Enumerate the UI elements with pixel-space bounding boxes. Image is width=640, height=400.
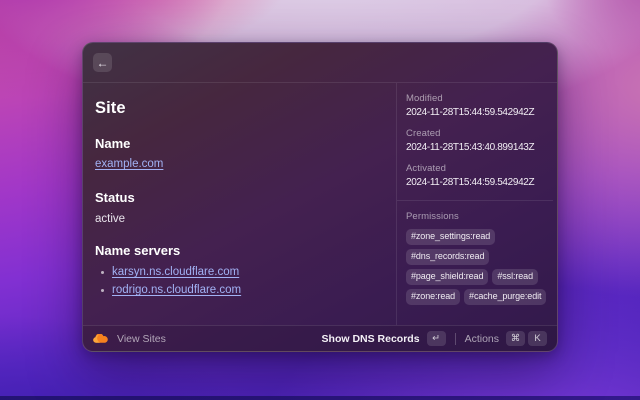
metadata-label: Modified — [406, 93, 553, 104]
window-body: Site Name example.com Status active Name… — [83, 83, 557, 325]
tag-row: #zone_settings:read — [406, 229, 553, 245]
list-item: rodrigo.ns.cloudflare.com — [101, 284, 382, 296]
footer-right: Show DNS Records ↵ Actions ⌘ K — [322, 331, 547, 346]
name-heading: Name — [95, 136, 382, 151]
nameserver-link[interactable]: karsyn.ns.cloudflare.com — [112, 266, 239, 278]
window-footer: View Sites Show DNS Records ↵ Actions ⌘ … — [83, 325, 557, 351]
footer-divider — [455, 333, 456, 345]
nameserver-link[interactable]: rodrigo.ns.cloudflare.com — [112, 284, 241, 296]
list-item: karsyn.ns.cloudflare.com — [101, 266, 382, 278]
site-name-link[interactable]: example.com — [95, 158, 163, 170]
k-key-icon: K — [528, 331, 547, 346]
permission-tag: #zone:read — [406, 289, 460, 305]
tag-row: #dns_records:read — [406, 249, 553, 265]
actions-button[interactable]: Actions — [465, 333, 499, 345]
enter-key-icon[interactable]: ↵ — [427, 331, 446, 346]
detail-main: Site Name example.com Status active Name… — [83, 83, 396, 325]
metadata-value: 2024-11-28T15:43:40.899143Z — [406, 142, 553, 153]
metadata-value: 2024-11-28T15:44:59.542942Z — [406, 177, 553, 188]
back-arrow-icon: ← — [97, 57, 109, 69]
bullet-icon — [101, 271, 104, 274]
cloudflare-logo-icon — [93, 334, 109, 343]
tag-row: #page_shield:read #ssl:read — [406, 269, 553, 285]
primary-action-button[interactable]: Show DNS Records — [322, 333, 420, 345]
bullet-icon — [101, 289, 104, 292]
permission-tag: #page_shield:read — [406, 269, 488, 285]
nameservers-heading: Name servers — [95, 243, 382, 258]
page-title: Site — [95, 99, 382, 118]
footer-left: View Sites — [93, 333, 166, 345]
permission-tag: #zone_settings:read — [406, 229, 495, 245]
metadata-field-modified: Modified 2024-11-28T15:44:59.542942Z — [406, 93, 553, 118]
command-title: View Sites — [117, 333, 166, 345]
raycast-window: ← Site Name example.com Status active Na… — [82, 42, 558, 352]
metadata-value: 2024-11-28T15:44:59.542942Z — [406, 107, 553, 118]
status-value: active — [95, 213, 382, 225]
command-key-icon: ⌘ — [506, 331, 525, 346]
metadata-divider — [397, 200, 553, 201]
permission-tag: #cache_purge:edit — [464, 289, 546, 305]
permission-tag: #ssl:read — [492, 269, 538, 285]
metadata-panel: Modified 2024-11-28T15:44:59.542942Z Cre… — [396, 83, 557, 325]
tag-row: #zone:read #cache_purge:edit — [406, 289, 553, 305]
status-heading: Status — [95, 190, 382, 205]
window-header: ← — [83, 43, 557, 83]
permissions-label: Permissions — [406, 211, 553, 222]
permissions-tags: #zone_settings:read #dns_records:read #p… — [406, 229, 553, 305]
metadata-field-created: Created 2024-11-28T15:43:40.899143Z — [406, 128, 553, 153]
nameserver-list: karsyn.ns.cloudflare.com rodrigo.ns.clou… — [95, 266, 382, 296]
back-button[interactable]: ← — [93, 53, 112, 72]
metadata-label: Created — [406, 128, 553, 139]
metadata-field-activated: Activated 2024-11-28T15:44:59.542942Z — [406, 163, 553, 188]
permission-tag: #dns_records:read — [406, 249, 489, 265]
actions-shortcut[interactable]: ⌘ K — [506, 331, 547, 346]
metadata-label: Activated — [406, 163, 553, 174]
wallpaper-bottom-wave — [0, 396, 640, 400]
